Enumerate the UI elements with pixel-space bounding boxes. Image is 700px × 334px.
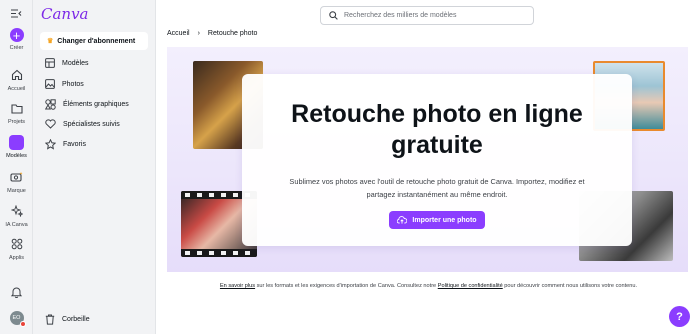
privacy-text-1: sur les formats et les exigences d'impor…: [255, 283, 438, 289]
panel-item-label: Favoris: [63, 141, 86, 148]
panel-item-elements[interactable]: Éléments graphiques: [45, 99, 129, 110]
home-label: Accueil: [7, 86, 26, 92]
hero-title-line2: gratuite: [391, 131, 483, 159]
hero-banner: Retouche photo en ligne gratuite Sublime…: [167, 47, 688, 272]
privacy-policy-link[interactable]: Politique de confidentialité: [438, 283, 503, 289]
breadcrumb-home[interactable]: Accueil: [167, 30, 190, 37]
avatar: EO: [9, 311, 26, 327]
rail-brand-button[interactable]: Marque: [0, 169, 33, 194]
rail-projects-button[interactable]: Projets: [0, 100, 33, 125]
notification-dot: [19, 321, 26, 327]
panel-item-templates[interactable]: Modèles: [45, 58, 88, 68]
panel-item-label: Spécialistes suivis: [63, 120, 120, 128]
learn-more-link[interactable]: En savoir plus: [220, 283, 255, 289]
create-button[interactable]: + Créer: [0, 28, 33, 51]
hero-description-line1: Sublimez vos photos avec l'outil de reto…: [289, 177, 585, 186]
projects-label: Projets: [7, 119, 26, 125]
main-content: Recherchez des milliers de modèles Accue…: [155, 0, 700, 334]
create-label: Créer: [9, 45, 24, 51]
panel-item-photos[interactable]: Photos: [45, 79, 84, 89]
brand-icon: [9, 169, 25, 185]
canva-logo[interactable]: Canva: [41, 5, 89, 23]
panel-item-label: Corbeille: [62, 316, 90, 323]
rail-apps-button[interactable]: Applis: [0, 236, 33, 261]
left-rail: + Créer Accueil Projets Modèles Marque I…: [0, 0, 33, 334]
account-button[interactable]: EO: [0, 311, 33, 327]
search-bar[interactable]: Recherchez des milliers de modèles: [320, 6, 534, 25]
search-placeholder: Recherchez des milliers de modèles: [344, 12, 457, 19]
menu-toggle-button[interactable]: [0, 5, 33, 21]
collapse-menu-icon: [9, 5, 25, 21]
upgrade-label: Changer d'abonnement: [57, 37, 136, 45]
bell-icon: [9, 284, 25, 300]
panel-item-label: Modèles: [62, 59, 89, 67]
hero-title-line1: Retouche photo en ligne: [291, 100, 583, 128]
brand-label: Marque: [7, 188, 26, 194]
avatar-initials: EO: [12, 315, 21, 321]
templates-active-icon: [9, 134, 24, 150]
help-button[interactable]: ?: [669, 306, 690, 327]
cloud-upload-icon: [397, 216, 408, 224]
panel-item-label: Photos: [62, 80, 84, 88]
star-icon: [45, 139, 56, 150]
apps-label: Applis: [9, 255, 24, 261]
templates-icon: [45, 58, 55, 68]
upload-photo-label: Importer une photo: [412, 216, 477, 224]
hero-title: Retouche photo en ligne gratuite: [242, 99, 632, 161]
ai-label: IA Canva: [5, 222, 28, 228]
panel-item-followed[interactable]: Spécialistes suivis: [45, 119, 120, 129]
sparkle-icon: [9, 203, 25, 219]
panel-item-label: Éléments graphiques: [63, 101, 129, 108]
upload-photo-button[interactable]: Importer une photo: [389, 211, 485, 229]
chevron-right-icon: ›: [197, 30, 200, 37]
rail-ai-button[interactable]: IA Canva: [0, 203, 33, 228]
privacy-text-2: pour découvrir comment nous utilisons vo…: [502, 283, 638, 289]
breadcrumb-current: Retouche photo: [207, 30, 258, 37]
hero-description-line2: partagez instantanément au même endroit.: [366, 190, 508, 199]
rail-templates-button[interactable]: Modèles: [0, 134, 33, 159]
hero-card: Retouche photo en ligne gratuite Sublime…: [242, 74, 632, 246]
panel-item-trash[interactable]: Corbeille: [45, 314, 90, 325]
templates-panel: Canva ♛ Changer d'abonnement Modèles Pho…: [33, 0, 154, 334]
home-icon: [9, 67, 25, 83]
elements-icon: [45, 99, 56, 110]
heart-icon: [45, 119, 56, 129]
breadcrumb: Accueil › Retouche photo: [167, 30, 257, 37]
apps-icon: [9, 236, 25, 252]
trash-icon: [45, 314, 55, 325]
crown-icon: ♛: [47, 38, 54, 45]
privacy-note: En savoir plus sur les formats et les ex…: [156, 283, 700, 289]
rail-home-button[interactable]: Accueil: [0, 67, 33, 92]
hero-description: Sublimez vos photos avec l'outil de reto…: [267, 175, 607, 201]
panel-item-favorites[interactable]: Favoris: [45, 139, 86, 150]
notifications-button[interactable]: [0, 284, 33, 300]
help-icon: ?: [676, 310, 683, 323]
plus-icon: +: [9, 28, 24, 42]
search-icon: [329, 11, 338, 20]
photos-icon: [45, 79, 55, 89]
upgrade-button[interactable]: ♛ Changer d'abonnement: [40, 32, 148, 50]
folder-icon: [9, 100, 25, 116]
templates-label: Modèles: [6, 153, 27, 159]
